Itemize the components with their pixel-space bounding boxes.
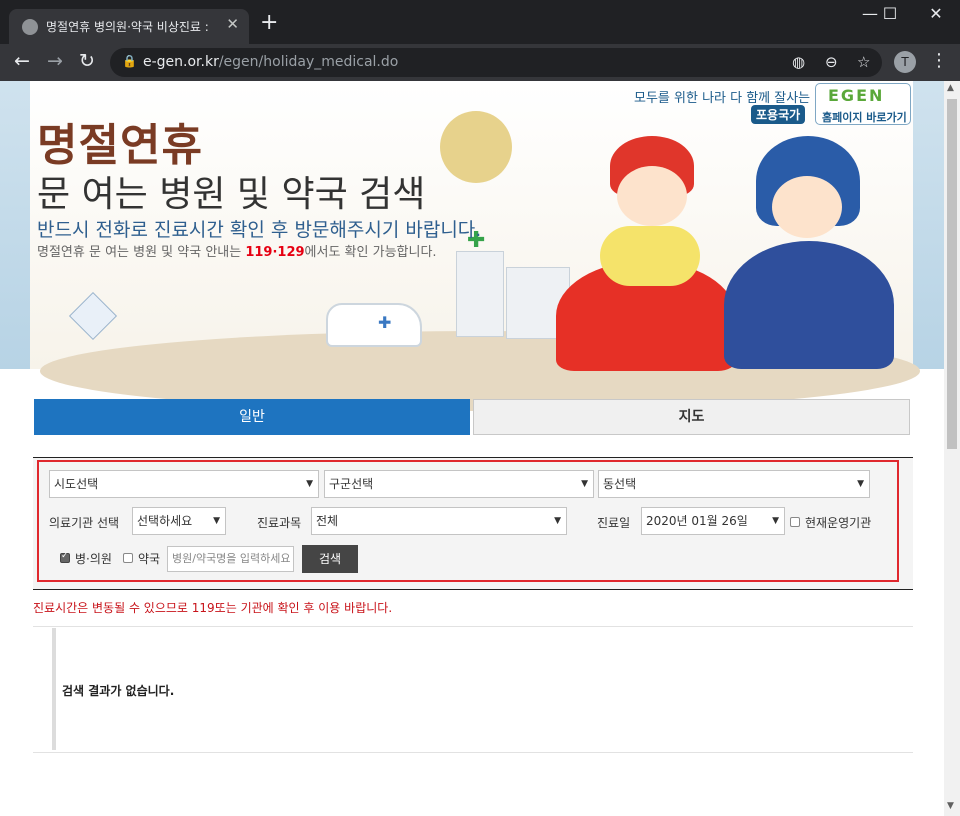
ambulance-illustration: ✚ [326,303,422,347]
lock-icon[interactable]: 🔒 [122,54,137,68]
banner-title-sub: 문 여는 병원 및 약국 검색 [37,174,426,215]
hospital-label: 병·의원 [75,552,112,566]
date-select-value: 2020년 01월 26일 [646,514,748,528]
chevron-down-icon: ▼ [581,479,588,489]
banner-info: 명절연휴 문 여는 병원 및 약국 안내는 119·129에서도 확인 가능합니… [37,241,437,260]
scroll-down-icon[interactable]: ▼ [947,801,954,811]
homepage-link-button[interactable]: EGEN 홈페이지 바로가기 [815,83,911,125]
banner-title: 명절연휴 [37,120,203,171]
browser-menu-icon[interactable]: ⋮ [930,50,948,71]
moon-illustration [440,111,512,183]
results-bottom-border [33,752,913,753]
tab-general[interactable]: 일반 [34,399,470,435]
department-select-value: 전체 [316,514,339,528]
url-host: e-gen.or.kr [143,54,219,70]
page-scrollbar[interactable]: ▲ ▼ [944,81,960,816]
page-content: ✚ ✚ 명절연휴 문 여는 병원 및 약국 검색 반드시 전화로 진료시간 확인… [0,81,944,816]
tab-close-icon[interactable]: ✕ [226,15,239,33]
banner-slogan-badge: 포용국가 [751,105,806,124]
date-select[interactable]: 2020년 01월 26일 ▼ [641,507,785,535]
sido-select[interactable]: 시도선택 ▼ [49,470,319,498]
banner-slogan: 모두를 위한 나라 다 함께 잘사는 [634,91,811,106]
sigungu-select[interactable]: 구군선택 ▼ [324,470,594,498]
boy-face-illustration [772,176,842,238]
maximize-icon[interactable]: ☐ [870,4,910,23]
banner-info-numbers: 119·129 [245,245,305,260]
tab-map[interactable]: 지도 [473,399,910,435]
dong-select[interactable]: 동선택 ▼ [598,470,870,498]
pharmacy-checkbox[interactable] [123,553,133,563]
blocked-content-icon[interactable]: ◍ [792,53,805,71]
chevron-down-icon: ▼ [306,479,313,489]
address-bar[interactable]: 🔒 e-gen.or.kr/egen/holiday_medical.do ◍ … [110,48,882,77]
open-now-checkbox[interactable] [790,517,800,527]
banner-info-prefix: 명절연휴 문 여는 병원 및 약국 안내는 [37,245,246,260]
results-top-border [33,626,913,627]
department-label: 진료과목 [257,516,302,530]
banner-call-notice: 반드시 전화로 진료시간 확인 후 방문해주시기 바랍니다. [37,219,482,241]
divider-bottom [33,589,913,590]
forward-icon[interactable]: → [43,50,67,72]
chevron-down-icon: ▼ [857,479,864,489]
search-panel: 시도선택 ▼ 구군선택 ▼ 동선택 ▼ 의료기관 선택 선택하세요 ▼ 진료과목… [33,458,913,590]
banner-side-right [913,81,944,369]
ambulance-cross-icon: ✚ [378,313,392,332]
url-path: /egen/holiday_medical.do [218,54,399,70]
window-close-icon[interactable]: ✕ [916,4,956,23]
search-button[interactable]: 검색 [302,545,358,573]
search-form: 시도선택 ▼ 구군선택 ▼ 동선택 ▼ 의료기관 선택 선택하세요 ▼ 진료과목… [37,460,899,582]
institution-select[interactable]: 선택하세요 ▼ [132,507,226,535]
tab-title: 명절연휴 병의원·약국 비상진료 : [46,20,209,34]
results-side-bar [52,628,56,750]
banner-side-left [0,81,30,369]
egen-logo: EGEN [828,86,885,105]
boy-hanbok-illustration [724,241,894,369]
girl-jeogori-illustration [600,226,700,286]
chevron-down-icon: ▼ [554,516,561,526]
homepage-link-label: 홈페이지 바로가기 [822,111,907,124]
no-results-message: 검색 결과가 없습니다. [62,684,175,698]
profile-avatar[interactable]: T [894,51,916,73]
scroll-up-icon[interactable]: ▲ [947,83,954,93]
notice-text: 진료시간은 변동될 수 있으므로 119또는 기관에 확인 후 이용 바랍니다. [33,601,393,615]
pharmacy-label: 약국 [138,552,161,566]
keyword-input[interactable]: 병원/약국명을 입력하세요 [167,546,294,572]
globe-icon [22,19,38,35]
holiday-banner: ✚ ✚ 명절연휴 문 여는 병원 및 약국 검색 반드시 전화로 진료시간 확인… [0,81,944,411]
institution-label: 의료기관 선택 [49,516,120,530]
girl-face-illustration [617,166,687,226]
institution-select-value: 선택하세요 [137,514,193,528]
browser-titlebar: 명절연휴 병의원·약국 비상진료 : ✕ + — ☐ ✕ [0,0,960,44]
new-tab-icon[interactable]: + [260,10,278,35]
bookmark-star-icon[interactable]: ☆ [857,53,870,71]
banner-info-suffix: 에서도 확인 가능합니다. [304,245,437,260]
hospital-building-illustration [456,251,504,337]
date-label: 진료일 [597,516,631,530]
hospital-checkbox[interactable] [60,551,70,563]
browser-tab[interactable]: 명절연휴 병의원·약국 비상진료 : ✕ [9,9,249,44]
open-now-label: 현재운영기관 [805,516,872,530]
back-icon[interactable]: ← [10,50,34,72]
url-text[interactable]: e-gen.or.kr/egen/holiday_medical.do [143,54,398,70]
dong-select-value: 동선택 [603,477,637,491]
reload-icon[interactable]: ↻ [75,50,99,72]
chevron-down-icon: ▼ [772,516,779,526]
chevron-down-icon: ▼ [213,516,220,526]
sigungu-select-value: 구군선택 [329,477,374,491]
scrollbar-thumb[interactable] [947,99,957,449]
sido-select-value: 시도선택 [54,477,99,491]
department-select[interactable]: 전체 ▼ [311,507,567,535]
browser-toolbar: ← → ↻ 🔒 e-gen.or.kr/egen/holiday_medical… [0,44,960,81]
zoom-icon[interactable]: ⊖ [825,53,838,71]
